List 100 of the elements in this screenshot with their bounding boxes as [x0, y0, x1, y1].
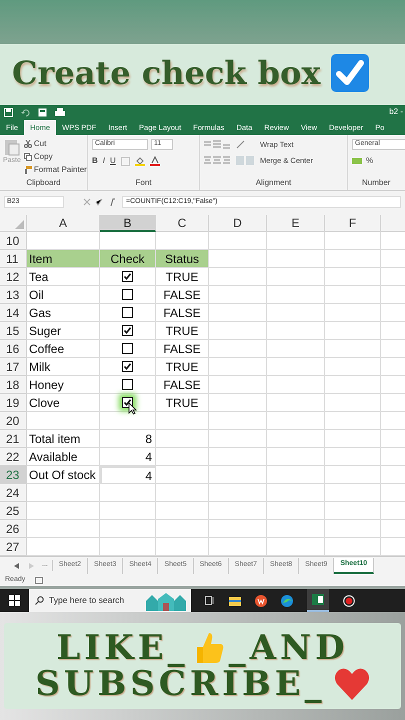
grid-cell [209, 232, 267, 250]
window-title: b2 - [389, 106, 404, 118]
grid-cell [325, 232, 381, 250]
grid-cell [325, 484, 381, 502]
grid-cell [267, 466, 325, 484]
grid-cell [156, 520, 209, 538]
undo-icon[interactable] [21, 108, 30, 116]
table-cell-text: Available [29, 448, 78, 466]
grid-cell [325, 448, 381, 466]
grid-cell [325, 358, 381, 376]
banner-text: _AND [228, 631, 349, 665]
grid-cell [325, 340, 381, 358]
font-color-icon[interactable] [150, 156, 160, 166]
spreadsheet-app-icon[interactable] [307, 589, 329, 612]
grid-cell [267, 502, 325, 520]
checkbox[interactable] [122, 361, 133, 372]
grid-cell [325, 250, 381, 268]
grid-cell [267, 412, 325, 430]
font-style-button[interactable]: I [102, 155, 106, 167]
grid-cell [267, 394, 325, 412]
grid-cell [209, 448, 267, 466]
align-top-icon[interactable] [204, 140, 230, 150]
table-cell-text: 4 [145, 448, 152, 466]
table-cell-text: Status [164, 250, 200, 268]
format-painter-button[interactable]: Format Painter [24, 164, 87, 176]
table-cell-text: Coffee [29, 340, 64, 358]
printer-icon[interactable] [55, 108, 65, 116]
checkbox[interactable] [122, 289, 133, 300]
mouse-pointer-icon [128, 402, 137, 415]
task-view-icon[interactable] [205, 596, 215, 605]
grid-cell [267, 304, 325, 322]
grid-cell [100, 520, 156, 538]
windows-start-icon[interactable] [9, 595, 20, 606]
checkmark-icon [330, 53, 370, 93]
column-header[interactable]: C [156, 215, 209, 232]
align-center-icon[interactable] [204, 156, 230, 166]
table-cell-text: Suger [29, 322, 62, 340]
fill-color-icon[interactable] [134, 156, 145, 166]
row-number: 10 [0, 232, 27, 250]
font-style-button[interactable]: B [92, 155, 98, 167]
percent-button[interactable]: % [366, 155, 374, 167]
row-number: 27 [0, 538, 27, 556]
checkbox[interactable] [122, 271, 133, 282]
grid-cell [267, 250, 325, 268]
grid-cell [325, 376, 381, 394]
record-icon[interactable] [343, 594, 355, 606]
borders-icon[interactable] [120, 156, 130, 166]
scissors-icon [24, 140, 32, 148]
grid-cell [267, 484, 325, 502]
print-preview-icon[interactable] [38, 108, 47, 116]
grid-cell [156, 484, 209, 502]
folder-icon[interactable] [229, 596, 241, 606]
font-style-button[interactable]: U [110, 155, 116, 167]
row-number: 16 [0, 340, 27, 358]
table-cell-text: Tea [29, 268, 48, 286]
row-number: 11 [0, 250, 27, 268]
grid-cell [325, 394, 381, 412]
copy-button[interactable]: Copy [24, 151, 87, 163]
group-label: Number [361, 177, 392, 189]
save-icon[interactable] [4, 108, 13, 116]
column-header[interactable]: D [209, 215, 267, 232]
table-cell-text: Out Of stock [29, 466, 96, 484]
table-cell-text: FALSE [163, 376, 201, 394]
table-cell-text: FALSE [163, 304, 201, 322]
grid-cell [267, 286, 325, 304]
grid-cell [209, 412, 267, 430]
column-header[interactable]: F [325, 215, 381, 232]
browser-icon[interactable] [281, 594, 293, 606]
column-header[interactable]: E [267, 215, 325, 232]
row-number: 14 [0, 304, 27, 322]
grid-cell [156, 502, 209, 520]
macro-record-icon[interactable] [35, 576, 44, 584]
checkbox[interactable] [122, 343, 133, 354]
row-number: 17 [0, 358, 27, 376]
checkbox[interactable] [122, 379, 133, 390]
checkbox[interactable] [122, 307, 133, 318]
row-number: 13 [0, 286, 27, 304]
paintbrush-icon [24, 166, 32, 174]
grid-cell [209, 502, 267, 520]
row-number: 12 [0, 268, 27, 286]
grid-cell [267, 376, 325, 394]
table-cell-text: FALSE [163, 286, 201, 304]
table-cell-text: TRUE [166, 322, 198, 340]
scroll-left-icon[interactable] [14, 562, 19, 568]
table-cell-text: Clove [29, 394, 60, 412]
row-number: 18 [0, 376, 27, 394]
table-cell-text: Total item [29, 430, 80, 448]
grid-cell [325, 268, 381, 286]
column-header[interactable]: B [100, 215, 156, 232]
checkbox[interactable] [122, 325, 133, 336]
office-app-icon[interactable] [255, 594, 267, 606]
row-number: 19 [0, 394, 27, 412]
search-field[interactable]: Type here to search [29, 589, 191, 612]
table-cell-text: Check [110, 250, 144, 268]
group-label: Clipboard [25, 177, 62, 189]
grid-cell [267, 232, 325, 250]
cut-button[interactable]: Cut [24, 138, 87, 150]
table-cell-text: Item [29, 250, 52, 268]
table-cell-text: 4 [145, 468, 152, 484]
row-number: 21 [0, 430, 27, 448]
